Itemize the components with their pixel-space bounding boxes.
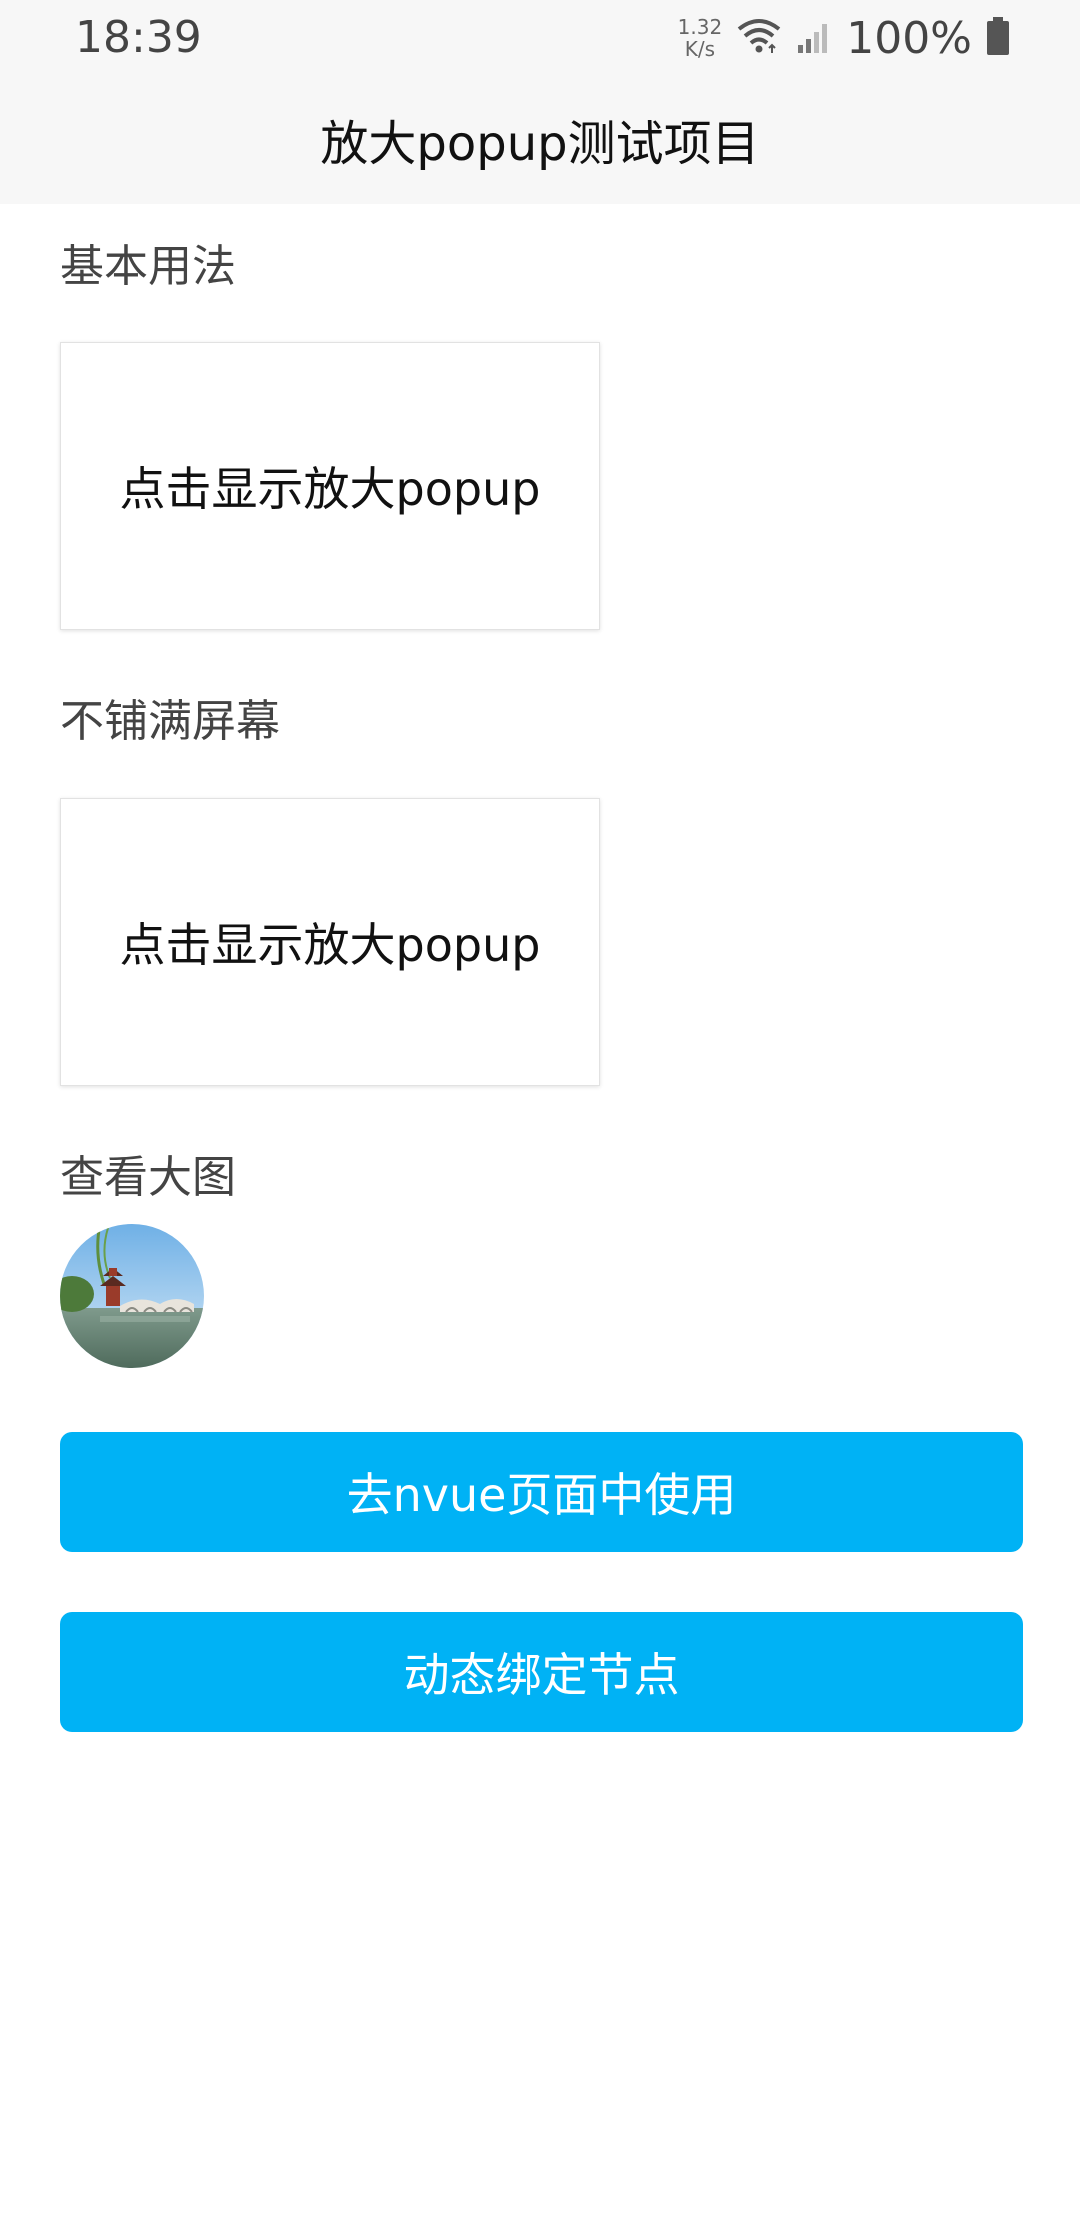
status-icons: 1.32 K/s 100% <box>678 10 1010 66</box>
battery-icon <box>986 17 1010 59</box>
section-title-view-image: 查看大图 <box>60 1152 236 1203</box>
status-time: 18:39 <box>75 12 202 63</box>
section-title-not-fullscreen: 不铺满屏幕 <box>60 696 280 747</box>
battery-percent: 100% <box>846 12 972 64</box>
show-popup-button-not-fullscreen[interactable]: 点击显示放大popup <box>60 798 600 1086</box>
section-title-basic: 基本用法 <box>60 241 236 292</box>
dynamic-bind-node-button[interactable]: 动态绑定节点 <box>60 1612 1023 1732</box>
wifi-icon <box>736 17 782 59</box>
signal-icon <box>796 19 832 57</box>
net-speed: 1.32 K/s <box>678 16 723 60</box>
nav-bar: 放大popup测试项目 <box>0 76 1080 204</box>
net-speed-unit: K/s <box>684 37 716 61</box>
go-nvue-page-button[interactable]: 去nvue页面中使用 <box>60 1432 1023 1552</box>
landscape-image <box>60 1224 204 1368</box>
net-speed-value: 1.32 <box>677 15 723 39</box>
thumbnail-image[interactable] <box>60 1224 204 1368</box>
show-popup-button-basic[interactable]: 点击显示放大popup <box>60 342 600 630</box>
status-bar: 18:39 1.32 K/s 100% <box>0 0 1080 76</box>
page-title: 放大popup测试项目 <box>320 116 760 172</box>
